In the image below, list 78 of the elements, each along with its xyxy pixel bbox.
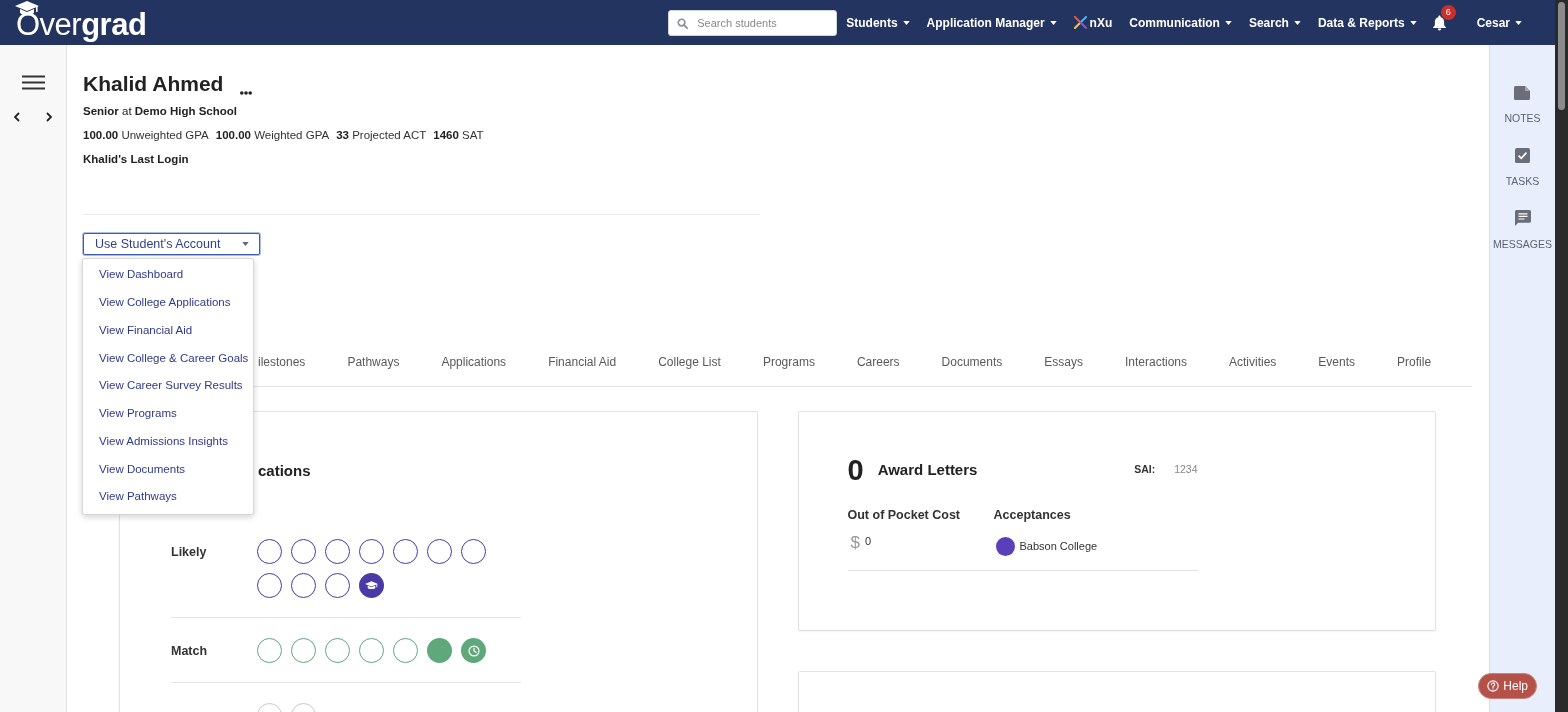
last-login-text: Khalid's Last Login xyxy=(83,151,189,167)
clock-icon[interactable] xyxy=(461,638,486,663)
nav-menu[interactable]: Data & Reports xyxy=(1317,13,1417,32)
nav-menu[interactable]: Search xyxy=(1248,13,1301,32)
tab[interactable]: College List xyxy=(658,337,721,386)
tab[interactable]: Interactions xyxy=(1124,337,1187,386)
menu-item[interactable]: View Documents xyxy=(99,460,186,478)
award-count: 0 xyxy=(847,453,864,487)
tab[interactable]: Documents xyxy=(941,337,1003,386)
stat-text: 1460 SAT xyxy=(433,128,484,144)
stat-text: 33 Projected ACT xyxy=(336,128,427,144)
tab[interactable]: Programs xyxy=(762,337,815,386)
notification-badge: 6 xyxy=(1440,4,1456,20)
x-logo-icon xyxy=(1073,16,1087,29)
user-menu[interactable]: Cesar xyxy=(1476,13,1522,32)
help-button[interactable]: Help xyxy=(1478,673,1537,699)
nav-link[interactable]: nXu xyxy=(1073,13,1113,32)
student-name: Khalid Ahmed xyxy=(83,71,224,97)
tab[interactable]: Profile xyxy=(1397,337,1432,386)
caret-icon xyxy=(1293,20,1301,25)
caret-icon xyxy=(1049,20,1057,25)
chevron-right-icon[interactable] xyxy=(46,112,52,122)
tab[interactable]: Events xyxy=(1318,337,1356,386)
nav-menu[interactable]: Students xyxy=(846,13,910,32)
column-label: Out of Pocket Cost xyxy=(847,507,960,524)
college-name: Babson College xyxy=(1019,539,1098,555)
tab[interactable]: Essays xyxy=(1044,337,1083,386)
more-icon[interactable] xyxy=(240,91,253,95)
search-field[interactable]: Search students xyxy=(668,9,838,36)
menu-item[interactable]: View College & Career Goals xyxy=(99,349,249,367)
account-dropdown[interactable]: Use Student's Account xyxy=(83,233,260,255)
menu-item[interactable]: View College Applications xyxy=(99,294,231,312)
caret-icon xyxy=(1224,20,1232,25)
message-icon xyxy=(1514,210,1531,226)
sai-label: SAI: xyxy=(1134,462,1156,478)
tab[interactable]: Activities xyxy=(1229,337,1277,386)
menu-item[interactable]: View Pathways xyxy=(99,488,177,506)
currency-symbol: $ xyxy=(850,533,860,553)
menu-item[interactable]: View Dashboard xyxy=(99,266,184,284)
sidebar-item[interactable]: TASKS xyxy=(1505,148,1540,210)
tab[interactable]: Financial Aid xyxy=(548,337,617,386)
student-subtitle: Senior at Demo High School xyxy=(83,104,237,120)
bell-icon[interactable] xyxy=(1432,14,1446,31)
menu-item[interactable]: View Financial Aid xyxy=(99,321,193,339)
stat-text: 100.00 Weighted GPA xyxy=(215,128,330,144)
menu-item[interactable]: View Career Survey Results xyxy=(99,377,243,395)
caret-icon xyxy=(1515,20,1522,25)
search-icon xyxy=(677,17,689,29)
nav-menu[interactable]: Communication xyxy=(1129,13,1232,32)
scrollbar-track[interactable] xyxy=(1555,0,1568,712)
help-icon xyxy=(1487,680,1500,692)
menu-icon[interactable] xyxy=(21,75,45,90)
cost-value: 0 xyxy=(864,534,872,549)
note-icon xyxy=(1514,86,1531,100)
caret-icon xyxy=(242,242,249,246)
nav-menu[interactable]: Application Manager xyxy=(926,13,1057,32)
group-label: Match xyxy=(171,644,208,658)
group-label: Likely xyxy=(171,545,207,559)
logo[interactable]: Overgrad xyxy=(16,3,147,42)
caret-icon xyxy=(1409,20,1417,25)
card-title: cations xyxy=(258,461,311,481)
graduation-cap-icon[interactable] xyxy=(359,573,384,598)
checkbox-icon xyxy=(1515,148,1530,163)
column-label: Acceptances xyxy=(993,507,1071,524)
tab[interactable]: Pathways xyxy=(347,337,400,386)
sai-value: 1234 xyxy=(1174,462,1198,478)
tab[interactable]: Applications xyxy=(441,337,507,386)
stat-text: 100.00 Unweighted GPA xyxy=(83,128,209,144)
tab[interactable]: Careers xyxy=(856,337,900,386)
card-title: Award Letters xyxy=(877,459,978,480)
menu-item[interactable]: View Admissions Insights xyxy=(99,432,228,450)
caret-icon xyxy=(902,20,910,25)
sidebar-item[interactable]: NOTES xyxy=(1504,86,1541,148)
tab[interactable]: ilestones xyxy=(258,337,306,386)
scrollbar-thumb[interactable] xyxy=(1558,2,1565,110)
menu-item[interactable]: View Programs xyxy=(99,405,177,423)
sidebar-item[interactable]: MESSAGES xyxy=(1493,210,1552,272)
chevron-left-icon[interactable] xyxy=(14,112,20,122)
